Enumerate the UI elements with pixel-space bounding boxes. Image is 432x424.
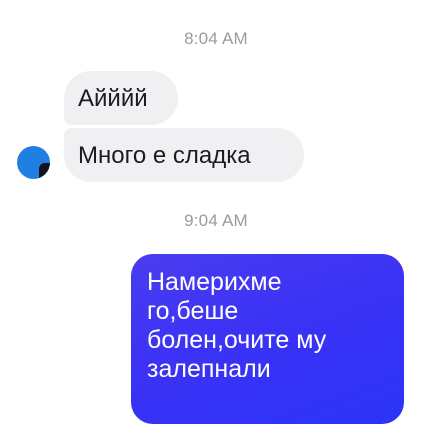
sender-avatar[interactable]: [17, 146, 50, 179]
avatar-image-detail: [39, 163, 50, 179]
incoming-message-bubble[interactable]: Много е сладка: [64, 128, 304, 182]
message-timestamp: 8:04 AM: [184, 29, 248, 48]
outgoing-message-bubble[interactable]: Намерихме го,беше болен,очите му залепна…: [131, 254, 404, 424]
message-text-line: Намерихме: [147, 268, 282, 296]
message-text-line: го,беше: [147, 297, 239, 325]
message-text: Много е сладка: [78, 142, 251, 169]
message-text: Айййй: [78, 85, 148, 112]
message-text-line: залепнали: [147, 355, 271, 383]
message-timestamp: 9:04 AM: [184, 211, 248, 230]
incoming-message-bubble[interactable]: Айййй: [64, 71, 178, 125]
message-text-line: болен,очите му: [147, 326, 327, 354]
